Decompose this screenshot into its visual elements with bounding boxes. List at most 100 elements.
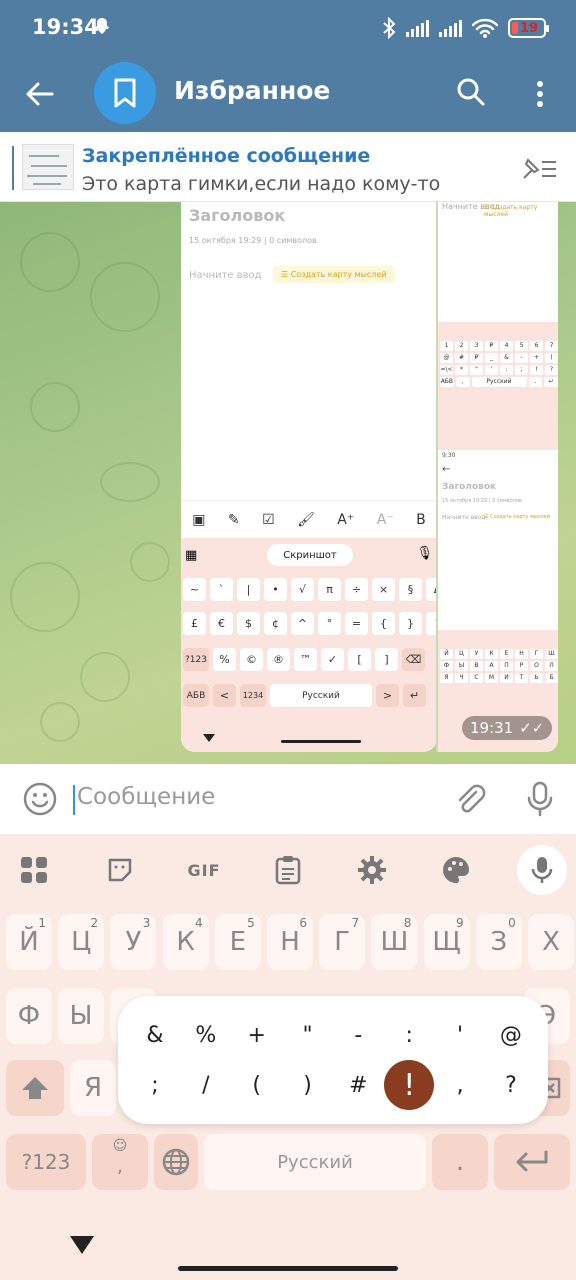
keyboard-mic-icon[interactable] <box>517 845 567 895</box>
key-ya[interactable]: Я <box>70 1060 116 1116</box>
key-hint: 9 <box>455 916 464 930</box>
key-123: ?123 <box>183 648 209 671</box>
key-label: Н <box>280 927 300 957</box>
chat-title[interactable]: Избранное <box>174 76 330 105</box>
battery-icon: 19 <box>508 18 549 38</box>
popup-symbol-key[interactable]: ' <box>435 1010 485 1060</box>
key-letter[interactable]: Ш8 <box>371 914 418 970</box>
space-key[interactable]: Русский <box>204 1134 426 1190</box>
apps-icon: ▦ <box>185 548 198 563</box>
mini-symbol-key: ¢ <box>264 612 287 635</box>
key-hint: 4 <box>194 916 203 930</box>
mini-note-title: Заголовок <box>442 482 497 492</box>
emoji-comma-key[interactable]: ☺ , <box>92 1134 148 1190</box>
mini-symbol-key: © <box>240 648 263 671</box>
pinned-message-bar[interactable]: Закреплённое сообщение Это карта гимки,е… <box>0 132 576 202</box>
key-letter[interactable]: Й1 <box>6 914 52 970</box>
voice-mic-icon[interactable] <box>522 780 558 818</box>
popup-symbol-key[interactable]: ; <box>130 1060 180 1110</box>
message-input[interactable]: Сообщение <box>77 784 215 810</box>
saved-messages-avatar[interactable] <box>94 62 156 124</box>
bookmark-icon <box>114 78 136 108</box>
mini-keyboard: ▦ Скриншот 🎙 ~`|•√π÷×§Δ £€$¢^°={}\ ?123 … <box>181 538 437 752</box>
mini-symbol-key: [ <box>348 648 371 671</box>
search-icon[interactable] <box>455 76 487 108</box>
key-label: Ш <box>380 927 409 957</box>
pinned-thumbnail <box>22 144 74 190</box>
message-screenshot-2[interactable]: Начните ввод ☰ Создать карту мыслей 1 2 3 ₽… <box>436 202 558 752</box>
key-y[interactable]: Ы <box>58 988 104 1044</box>
gear-icon[interactable] <box>352 850 392 890</box>
mini-symbol-key: ° <box>318 612 341 635</box>
key-hint: 2 <box>90 916 99 930</box>
key-letter[interactable]: З0 <box>475 914 522 970</box>
popup-row-1: &% + " -: ' @ <box>130 1010 536 1060</box>
popup-symbol-key[interactable]: ! <box>384 1060 435 1110</box>
popup-symbol-key[interactable]: / <box>181 1060 231 1110</box>
key-f[interactable]: Ф <box>6 988 52 1044</box>
key-letter[interactable]: У3 <box>110 914 157 970</box>
popup-symbol-key[interactable]: , <box>435 1060 485 1110</box>
comma-label: , <box>117 1156 123 1177</box>
popup-symbol-key[interactable]: : <box>384 1010 434 1060</box>
key-hint: 6 <box>299 916 307 930</box>
language-key[interactable] <box>154 1134 198 1190</box>
nav-home-indicator[interactable] <box>178 1266 398 1271</box>
symbol-row-2: £€$¢^°={}\ <box>183 612 437 635</box>
shift-key[interactable] <box>6 1060 64 1116</box>
period-key[interactable]: . <box>432 1134 488 1190</box>
symbols-key[interactable]: ?123 <box>6 1134 86 1190</box>
apps-icon[interactable] <box>14 850 54 890</box>
chat-area: Заголовок 15 октября 19:29 | 0 символов … <box>0 202 576 764</box>
back-arrow-icon[interactable] <box>22 76 58 112</box>
key-letter[interactable]: Х <box>528 914 574 970</box>
pinned-list-icon[interactable] <box>520 154 558 182</box>
attach-icon[interactable] <box>452 782 488 818</box>
mini-space: Русский <box>471 377 527 387</box>
mini-symbol-key: £ <box>183 612 206 635</box>
mini-symbol-key: ` <box>210 578 233 601</box>
key-hint: 1 <box>38 916 46 930</box>
mini-symbol-key: √ <box>291 578 314 601</box>
key-letter[interactable]: К4 <box>162 914 209 970</box>
palette-icon[interactable] <box>436 850 476 890</box>
note-toolbar: ▣ ✎ ☑ 🖌 A⁺ A⁻ B <box>181 500 437 538</box>
popup-symbol-key[interactable]: + <box>232 1010 282 1060</box>
mic-icon: 🎙 <box>416 546 433 561</box>
nav-back-icon[interactable] <box>70 1236 94 1254</box>
popup-symbol-key[interactable]: % <box>181 1010 231 1060</box>
enter-key[interactable] <box>494 1134 570 1190</box>
key-letter[interactable]: Ц2 <box>58 914 105 970</box>
key-letter[interactable]: Щ9 <box>423 914 470 970</box>
popup-symbol-key[interactable]: & <box>130 1010 180 1060</box>
key-label: Г <box>334 927 351 957</box>
popup-symbol-key[interactable]: ) <box>283 1060 333 1110</box>
key-letter[interactable]: Н6 <box>267 914 313 970</box>
sticker-icon[interactable] <box>100 850 140 890</box>
status-icons: 19 <box>382 16 549 40</box>
space-key: Русский <box>270 684 372 707</box>
battery-level: 19 <box>520 20 539 36</box>
more-menu-icon[interactable] <box>528 74 552 114</box>
key-label: Й <box>19 927 39 957</box>
popup-symbol-key[interactable]: - <box>333 1010 383 1060</box>
message-screenshot-1[interactable]: Заголовок 15 октября 19:29 | 0 символов … <box>181 202 437 752</box>
mini-keyboard-top: 1 2 3 ₽4 5 6 7 @ # ₽ _ & - +( =\< * " ':;!? АБВ, Русский… <box>438 322 558 450</box>
mini-symbol-key: § <box>399 578 422 601</box>
popup-symbol-key[interactable]: # <box>333 1060 383 1110</box>
key-letter[interactable]: Г7 <box>319 914 366 970</box>
popup-symbol-key[interactable]: ( <box>232 1060 282 1110</box>
popup-symbol-key[interactable]: ? <box>486 1060 536 1110</box>
popup-symbol-key[interactable]: @ <box>486 1010 536 1060</box>
key-letter[interactable]: Е5 <box>214 914 261 970</box>
key-numbers: 1234 <box>240 684 266 707</box>
popup-symbol-key[interactable]: " <box>283 1010 333 1060</box>
symbol-row-1: ~`|•√π÷×§Δ <box>183 578 437 601</box>
mini-chip: ☰ Создать карту мыслей <box>484 514 550 520</box>
emoji-icon[interactable] <box>22 781 58 817</box>
mini-symbol-key: { <box>372 612 395 635</box>
enter-icon <box>516 1150 548 1172</box>
clipboard-icon[interactable] <box>268 850 308 890</box>
mini-nav <box>181 728 437 752</box>
gif-button[interactable]: GIF <box>184 850 224 890</box>
